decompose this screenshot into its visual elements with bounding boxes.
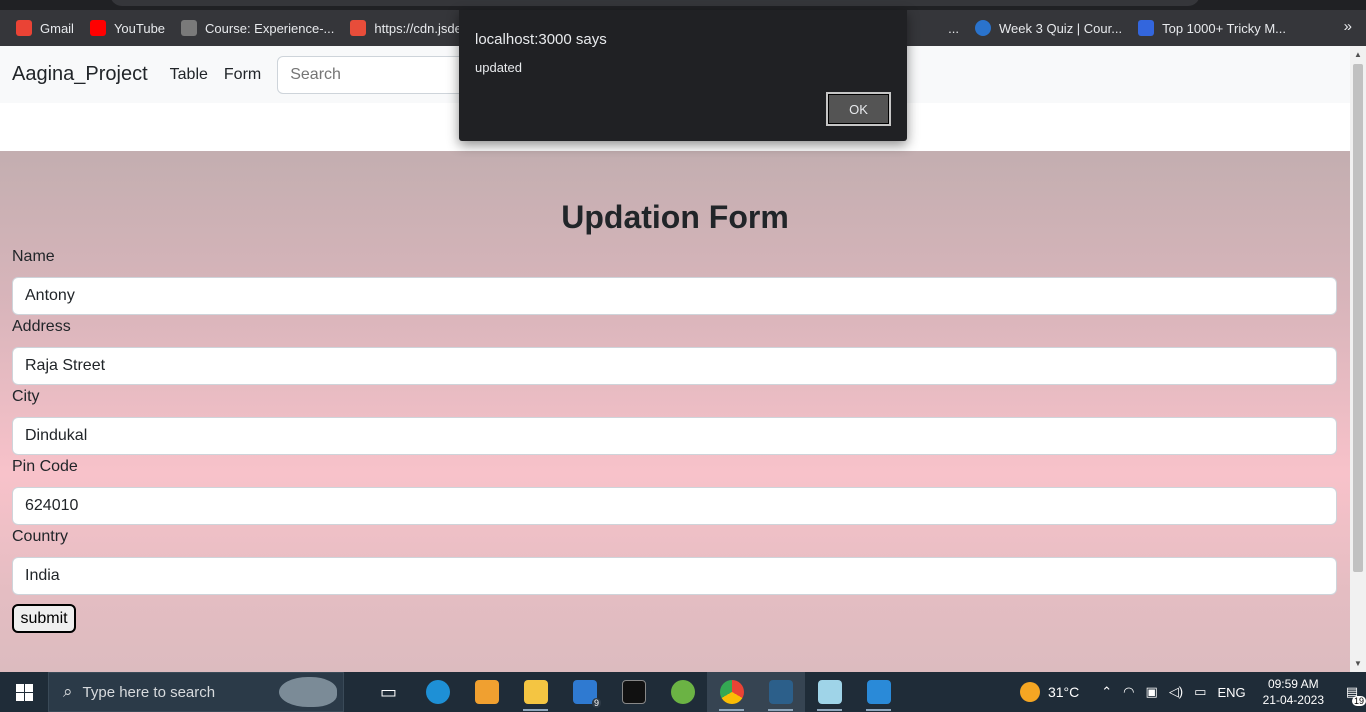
bookmark-hidden[interactable]: ... xyxy=(940,14,967,42)
name-field[interactable] xyxy=(12,277,1337,315)
task-view-icon: ▭ xyxy=(379,681,397,702)
pin-code-field[interactable] xyxy=(12,487,1337,525)
taskbar-store[interactable] xyxy=(462,672,511,712)
mysql-icon xyxy=(768,680,793,704)
address-bar[interactable] xyxy=(110,0,1200,6)
youtube-icon xyxy=(89,20,106,36)
windows-logo-icon xyxy=(15,683,33,701)
wifi-icon[interactable]: ◠ xyxy=(1123,684,1134,700)
windows-taskbar: ⌕ Type here to search ▭ 9 31°C ⌃ ◠ ▣ ◁) … xyxy=(0,672,1366,712)
navbar-brand[interactable]: Aagina_Project xyxy=(12,63,148,86)
scrollbar-thumb[interactable] xyxy=(1353,64,1363,572)
jsdelivr-icon xyxy=(350,20,367,36)
bookmark-label: Week 3 Quiz | Cour... xyxy=(999,20,1123,36)
taskbar-mail[interactable]: 9 xyxy=(560,672,609,712)
browser-tab-strip xyxy=(0,0,1366,10)
bookmarks-overflow-button[interactable]: » xyxy=(1344,18,1352,35)
address-field[interactable] xyxy=(12,347,1337,385)
search-highlight-icon xyxy=(279,677,337,707)
bookmark-label: Course: Experience-... xyxy=(205,20,335,36)
nav-link-table[interactable]: Table xyxy=(170,66,208,84)
notification-count: 19 xyxy=(1351,696,1366,706)
notification-center-button[interactable]: ▤ 19 xyxy=(1338,672,1366,712)
clock-date: 21-04-2023 xyxy=(1262,693,1324,707)
search-icon: ⌕ xyxy=(63,682,73,701)
course-icon xyxy=(181,20,198,36)
taskbar-search-box[interactable]: ⌕ Type here to search xyxy=(48,672,344,712)
gmail-icon xyxy=(16,20,32,36)
show-hidden-icons-icon[interactable]: ⌃ xyxy=(1101,684,1112,700)
taskbar-terminal[interactable] xyxy=(609,672,658,712)
taskbar-edge[interactable] xyxy=(413,672,462,712)
clock-time: 09:59 AM xyxy=(1267,677,1319,691)
mail-badge: 9 xyxy=(591,698,601,708)
bookmark-week3-quiz[interactable]: Week 3 Quiz | Cour... xyxy=(967,14,1130,42)
taskbar-clock[interactable]: 09:59 AM 21-04-2023 xyxy=(1263,676,1324,708)
nav-link-form[interactable]: Form xyxy=(224,66,261,84)
system-tray: 31°C ⌃ ◠ ▣ ◁) ▭ ENG 09:59 AM 21-04-2023 … xyxy=(1019,672,1366,712)
taskbar-spring[interactable] xyxy=(658,672,707,712)
start-button[interactable] xyxy=(0,672,48,712)
address-label: Address xyxy=(12,318,71,335)
alert-message: updated xyxy=(475,60,522,75)
battery-icon[interactable]: ▭ xyxy=(1194,684,1206,700)
store-icon xyxy=(474,680,499,704)
updation-form: Updation Form Name Address City Pin Code… xyxy=(0,151,1350,672)
bookmark-gmail[interactable]: Gmail xyxy=(8,14,82,42)
spring-icon xyxy=(670,680,695,704)
city-field[interactable] xyxy=(12,417,1337,455)
taskbar-apps: ▭ 9 xyxy=(364,672,903,712)
task-view-button[interactable]: ▭ xyxy=(364,672,413,712)
scroll-up-icon[interactable]: ▲ xyxy=(1354,50,1362,59)
alert-dialog: localhost:3000 says updated OK xyxy=(459,10,907,141)
taskbar-chrome[interactable] xyxy=(707,672,756,712)
taskbar-notepad[interactable] xyxy=(805,672,854,712)
scroll-down-icon[interactable]: ▼ xyxy=(1354,659,1362,668)
bookmark-label: ... xyxy=(948,20,960,36)
taskbar-vscode[interactable] xyxy=(854,672,903,712)
bookmark-course[interactable]: Course: Experience-... xyxy=(173,14,342,42)
taskbar-mysql[interactable] xyxy=(756,672,805,712)
folder-icon xyxy=(523,680,548,704)
coursera-icon xyxy=(975,20,992,36)
weather-widget[interactable]: 31°C xyxy=(1019,682,1080,702)
bookmark-label: YouTube xyxy=(113,20,166,36)
volume-icon[interactable]: ◁) xyxy=(1169,684,1183,700)
weather-temp: 31°C xyxy=(1047,684,1080,700)
meet-now-icon[interactable]: ▣ xyxy=(1146,684,1158,700)
notepad-icon xyxy=(817,680,842,704)
chrome-icon xyxy=(719,680,744,704)
country-label: Country xyxy=(12,528,69,545)
edge-icon xyxy=(425,680,450,704)
name-label: Name xyxy=(12,248,55,265)
bookmark-youtube[interactable]: YouTube xyxy=(82,14,173,42)
taskbar-file-explorer[interactable] xyxy=(511,672,560,712)
weather-icon xyxy=(1019,682,1040,702)
vscode-icon xyxy=(866,680,891,704)
country-field[interactable] xyxy=(12,557,1337,595)
bookmark-label: Gmail xyxy=(40,20,74,36)
bookmark-site-icon xyxy=(1138,20,1155,36)
submit-button[interactable]: submit xyxy=(12,604,76,633)
alert-title: localhost:3000 says xyxy=(475,31,607,48)
bookmark-label: Top 1000+ Tricky M... xyxy=(1162,20,1287,36)
bookmark-top-1000[interactable]: Top 1000+ Tricky M... xyxy=(1130,14,1294,42)
language-indicator[interactable]: ENG xyxy=(1217,685,1245,700)
page-scrollbar[interactable]: ▲ ▼ xyxy=(1350,46,1366,672)
alert-ok-button[interactable]: OK xyxy=(826,92,891,126)
pin-code-label: Pin Code xyxy=(12,458,78,475)
terminal-icon xyxy=(621,680,646,704)
city-label: City xyxy=(12,388,40,405)
taskbar-search-placeholder: Type here to search xyxy=(82,683,216,701)
page-title: Updation Form xyxy=(561,199,789,235)
